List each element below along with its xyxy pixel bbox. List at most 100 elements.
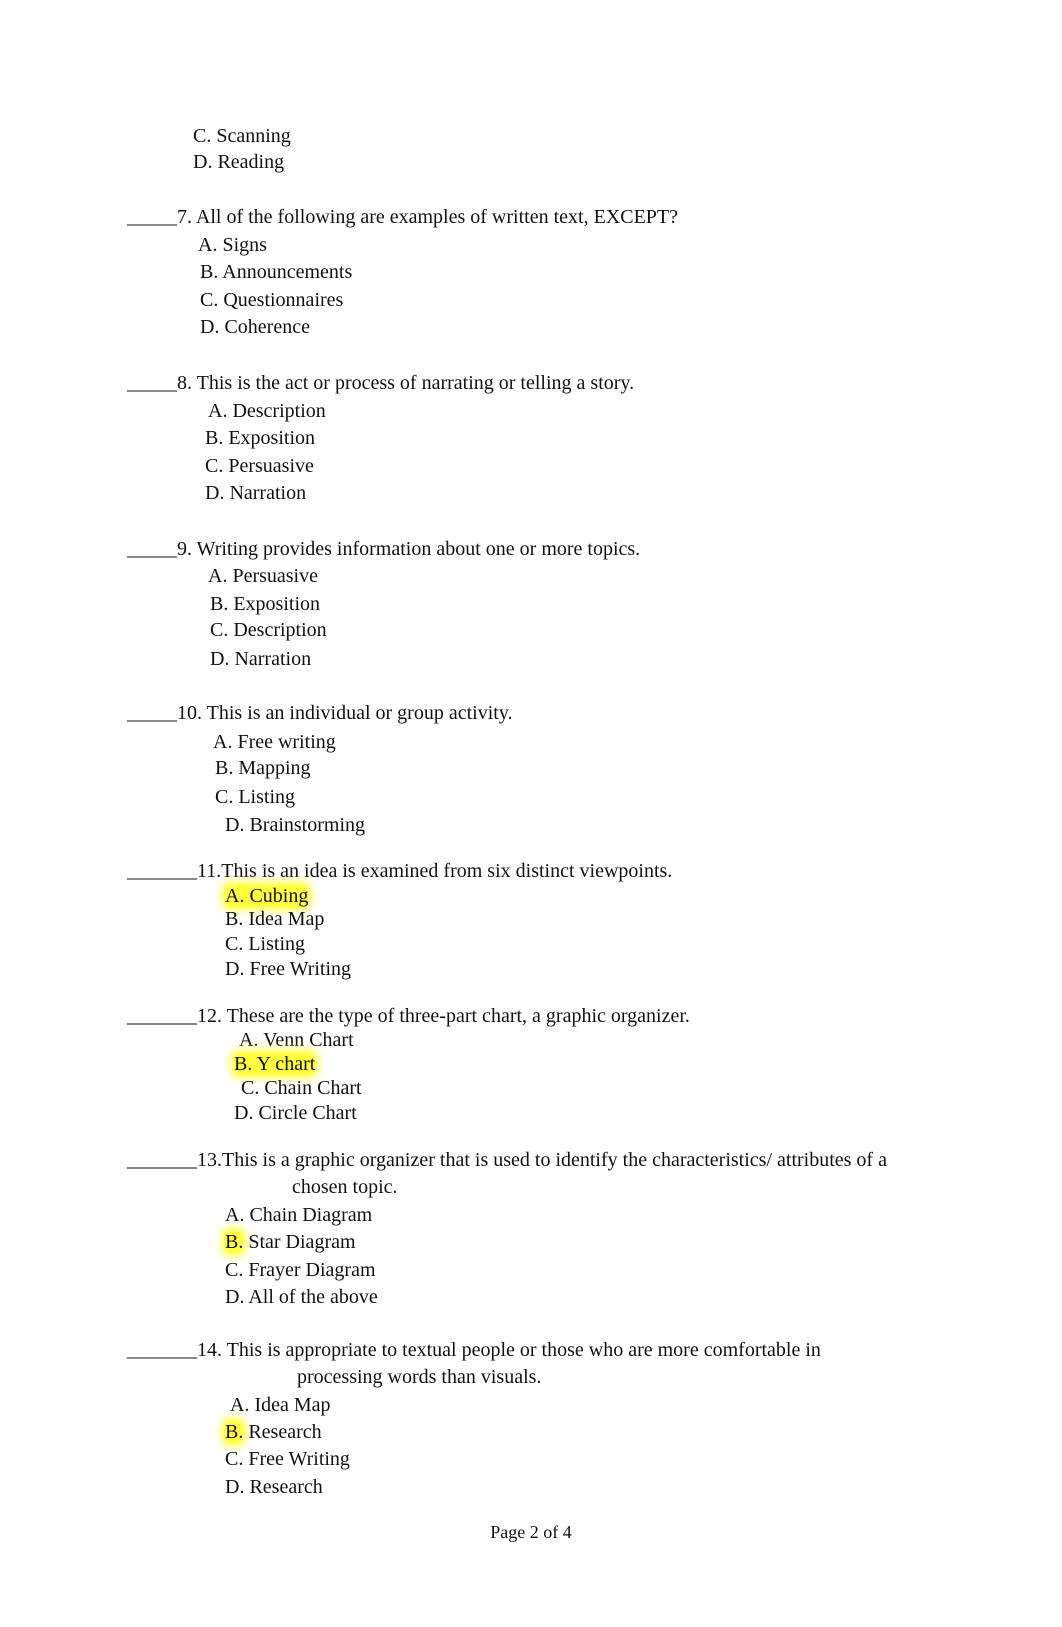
option-d-continued: D. Reading: [193, 150, 284, 174]
option-d[interactable]: D. All of the above: [225, 1285, 378, 1309]
option-text: Chain Diagram: [249, 1204, 373, 1226]
question-number: 14.: [197, 1339, 222, 1361]
highlighted-option-label: B.: [225, 1231, 244, 1253]
option-text: Idea Map: [254, 1394, 331, 1416]
option-label: C.: [215, 786, 234, 808]
option-label: C.: [225, 1259, 244, 1281]
option-a[interactable]: A. Signs: [198, 233, 267, 257]
option-label: C.: [200, 289, 219, 311]
option-text: Research: [248, 1421, 322, 1443]
option-label: D.: [225, 958, 245, 980]
option-text: Narration: [229, 482, 307, 504]
option-c[interactable]: C. Free Writing: [225, 1447, 350, 1471]
option-content: D. Coherence: [200, 316, 310, 338]
option-content: B. Exposition: [210, 593, 320, 615]
answer-blank[interactable]: _______: [127, 1005, 197, 1027]
option-label: D.: [193, 151, 213, 173]
option-text: Star Diagram: [248, 1231, 356, 1253]
option-label: A.: [198, 234, 218, 256]
question-text-continued: processing words than visuals.: [297, 1366, 542, 1388]
question-number: 8.: [177, 372, 192, 394]
option-label: D.: [205, 482, 225, 504]
option-label: C.: [210, 619, 229, 641]
option-content: B. Announcements: [200, 261, 352, 283]
option-c[interactable]: C. Listing: [215, 785, 295, 809]
option-c[interactable]: C. Listing: [225, 932, 305, 956]
option-content: A. Chain Diagram: [225, 1204, 372, 1226]
answer-blank[interactable]: _____: [127, 372, 177, 394]
option-a[interactable]: A. Free writing: [213, 730, 336, 754]
option-a[interactable]: A. Idea Map: [230, 1393, 331, 1417]
option-text: Questionnaires: [223, 289, 344, 311]
option-a[interactable]: A. Cubing: [225, 884, 309, 908]
option-label: D.: [234, 1102, 254, 1124]
question-14: _______14. This is appropriate to textua…: [127, 1338, 821, 1362]
answer-blank[interactable]: _____: [127, 702, 177, 724]
option-c[interactable]: C. Persuasive: [205, 454, 314, 478]
option-a[interactable]: A. Venn Chart: [239, 1028, 354, 1052]
question-text: All of the following are examples of wri…: [195, 206, 679, 228]
option-c[interactable]: C. Chain Chart: [241, 1076, 362, 1100]
option-d[interactable]: D. Narration: [205, 481, 306, 505]
option-text: Narration: [234, 648, 312, 670]
option-b[interactable]: B. Announcements: [200, 260, 352, 284]
option-text: Venn Chart: [263, 1029, 354, 1051]
option-content: A. Persuasive: [208, 565, 318, 587]
option-content: D. Narration: [205, 482, 306, 504]
option-label: D.: [200, 316, 220, 338]
option-d[interactable]: D. Narration: [210, 647, 311, 671]
option-d[interactable]: D. Circle Chart: [234, 1101, 357, 1125]
option-content: C. Description: [210, 619, 327, 641]
option-content: A. Description: [208, 400, 326, 422]
answer-blank[interactable]: _____: [127, 538, 177, 560]
option-text: All of the above: [248, 1286, 378, 1308]
option-label: B.: [215, 757, 234, 779]
page-footer: Page 2 of 4: [0, 1521, 1062, 1543]
question-9: _____9. Writing provides information abo…: [127, 537, 640, 561]
option-b[interactable]: B. Star Diagram: [225, 1230, 356, 1254]
option-text: Persuasive: [232, 565, 318, 587]
option-text: Exposition: [228, 427, 316, 449]
option-label: A.: [225, 885, 245, 907]
option-a[interactable]: A. Description: [208, 399, 326, 423]
question-text: This is a graphic organizer that is used…: [222, 1149, 887, 1171]
option-d[interactable]: D. Research: [225, 1475, 323, 1499]
question-text-continued: chosen topic.: [292, 1176, 398, 1198]
option-content: C. Free Writing: [225, 1448, 350, 1470]
highlighted-option-label: B.: [225, 1421, 244, 1443]
option-text: Listing: [238, 786, 296, 808]
answer-blank[interactable]: _____: [127, 206, 177, 228]
option-label: A.: [208, 565, 228, 587]
answer-blank[interactable]: _______: [127, 1339, 197, 1361]
option-c[interactable]: C. Frayer Diagram: [225, 1258, 376, 1282]
option-c[interactable]: C. Questionnaires: [200, 288, 343, 312]
option-text: Coherence: [224, 316, 310, 338]
option-text: Exposition: [233, 593, 321, 615]
option-d[interactable]: D. Free Writing: [225, 957, 351, 981]
option-content: C. Listing: [225, 933, 305, 955]
option-d[interactable]: D. Brainstorming: [225, 813, 365, 837]
option-b[interactable]: B. Exposition: [205, 426, 315, 450]
option-label: A.: [208, 400, 228, 422]
option-content: D. Circle Chart: [234, 1102, 357, 1124]
page-number: Page 2 of 4: [490, 1522, 572, 1542]
answer-blank[interactable]: _______: [127, 860, 197, 882]
option-a[interactable]: A. Chain Diagram: [225, 1203, 372, 1227]
option-d[interactable]: D. Coherence: [200, 315, 310, 339]
option-content: D. Narration: [210, 648, 311, 670]
question-10: _____10. This is an individual or group …: [127, 701, 513, 725]
question-number: 11.: [197, 860, 222, 882]
option-b[interactable]: B. Exposition: [210, 592, 320, 616]
option-b[interactable]: B. Research: [225, 1420, 322, 1444]
option-text: Free writing: [237, 731, 336, 753]
option-b[interactable]: B. Mapping: [215, 756, 311, 780]
answer-blank[interactable]: _______: [127, 1149, 197, 1171]
option-text: Brainstorming: [249, 814, 365, 836]
option-content: D. Research: [225, 1476, 323, 1498]
question-text: This is an individual or group activity.: [206, 702, 513, 724]
option-b[interactable]: B. Y chart: [234, 1052, 316, 1076]
option-c[interactable]: C. Description: [210, 618, 327, 642]
option-a[interactable]: A. Persuasive: [208, 564, 318, 588]
option-content: B. Star Diagram: [225, 1231, 356, 1253]
option-b[interactable]: B. Idea Map: [225, 907, 324, 931]
